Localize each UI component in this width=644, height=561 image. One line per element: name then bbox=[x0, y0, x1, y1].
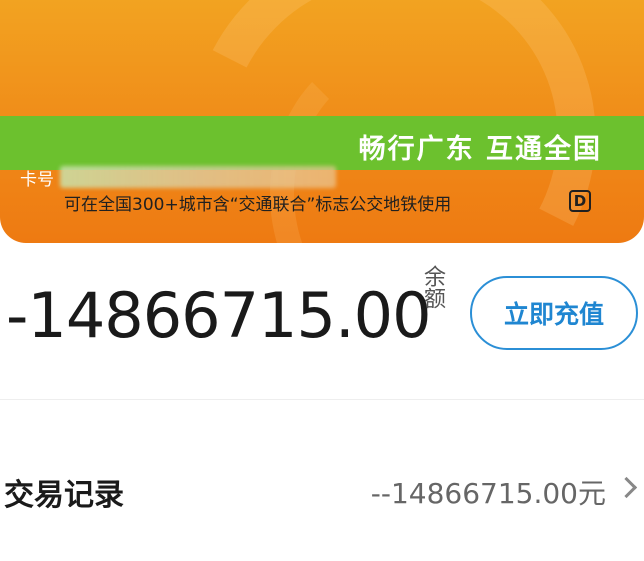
transit-card: 畅行广东 互通全国 卡号 可在全国300+城市含“交通联合”标志公交地铁使用 D bbox=[0, 0, 644, 243]
card-usage-notice: 可在全国300+城市含“交通联合”标志公交地铁使用 bbox=[64, 195, 452, 215]
balance-label: 余额 bbox=[420, 265, 445, 309]
transaction-records-row[interactable]: 交易记录 --14866715.00元 bbox=[0, 450, 644, 530]
card-number-label: 卡号 bbox=[20, 169, 54, 190]
d-badge-icon: D bbox=[569, 190, 591, 212]
card-slogan: 畅行广东 互通全国 bbox=[358, 134, 602, 165]
transaction-records-value: --14866715.00元 bbox=[370, 477, 606, 510]
card-number-masked bbox=[60, 166, 336, 188]
chevron-right-icon bbox=[615, 476, 638, 499]
balance-amount: -14866715.00 bbox=[6, 279, 432, 352]
balance-section: -14866715.00 余额 立即充值 bbox=[0, 255, 644, 375]
divider bbox=[0, 399, 644, 400]
card-number: 卡号 bbox=[20, 165, 336, 190]
transaction-records-label: 交易记录 bbox=[4, 478, 124, 513]
recharge-button[interactable]: 立即充值 bbox=[470, 276, 638, 350]
